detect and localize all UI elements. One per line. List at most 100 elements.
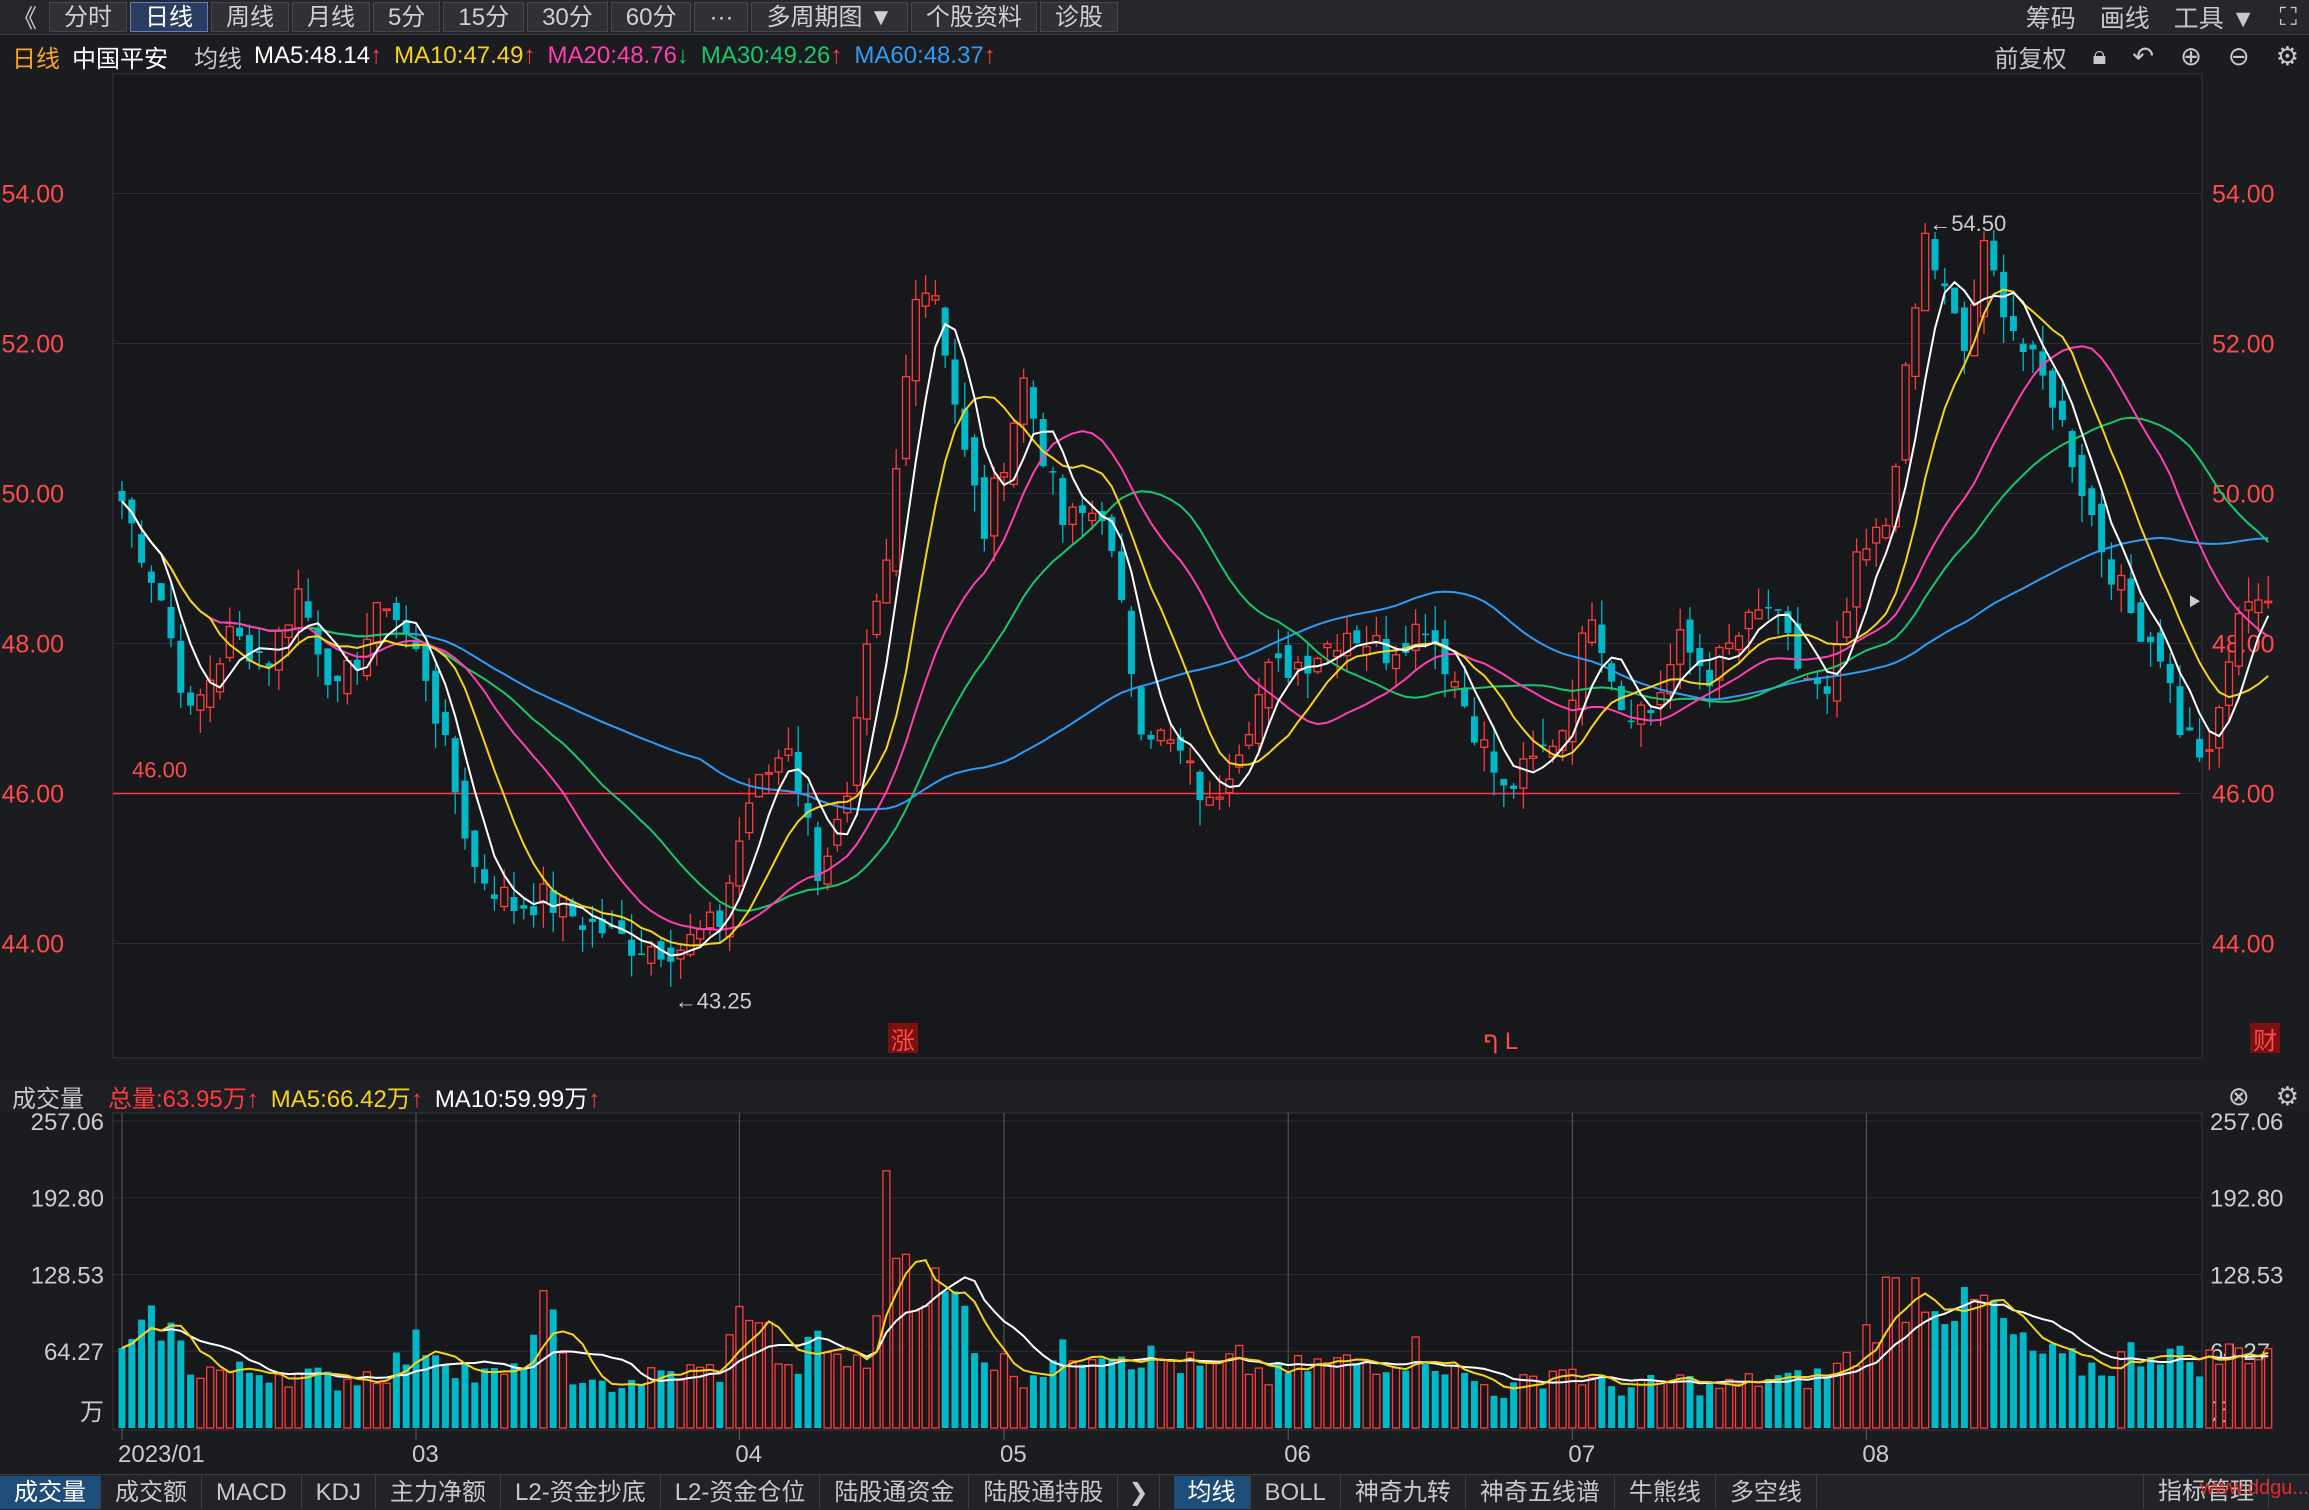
- overlay-tab-4[interactable]: 牛熊线: [1615, 1476, 1716, 1509]
- kline-chart[interactable]: 54.00 54.0052.00 52.0050.00 50.0048.00 48.00…: [0, 0, 2309, 1509]
- overlay-tab-0[interactable]: 均线: [1173, 1476, 1251, 1509]
- candle-body: [2176, 686, 2184, 736]
- candle-body: [343, 659, 352, 695]
- volume-bar: [2029, 1350, 2037, 1428]
- volume-bar: [2088, 1362, 2096, 1428]
- volume-bar: [1941, 1324, 1949, 1428]
- candle-body: [1421, 633, 1429, 636]
- more-tabs-button[interactable]: ❯: [1118, 1476, 1160, 1509]
- indicator-tab-0[interactable]: 成交量: [0, 1476, 101, 1509]
- volume-bar: [1166, 1360, 1175, 1429]
- candle-body: [1500, 779, 1508, 786]
- volume-bar: [1686, 1375, 1694, 1428]
- volume-bar: [353, 1385, 361, 1428]
- indicator-tabs-right: 均线 BOLL 神奇九转 神奇五线谱 牛熊线 多空线: [1173, 1475, 1817, 1510]
- candle-body: [2205, 749, 2214, 752]
- volume-bar: [1470, 1381, 1478, 1428]
- candle-body: [1470, 716, 1478, 743]
- volume-bar: [1372, 1373, 1381, 1429]
- volume-bar: [2205, 1349, 2214, 1429]
- candle-body: [1862, 548, 1871, 561]
- candle-body: [1205, 796, 1214, 806]
- volume-bar: [1450, 1365, 1459, 1429]
- candle-body: [2088, 488, 2096, 516]
- candle-body: [1627, 720, 1635, 723]
- event-marker-2[interactable]: 财: [2253, 1028, 2277, 1055]
- volume-tick-right: 128.53: [2210, 1263, 2283, 1290]
- indicator-tab-2[interactable]: MACD: [202, 1476, 302, 1509]
- volume-bar: [725, 1334, 734, 1429]
- indicator-tabs-left: 成交量 成交额 MACD KDJ 主力净额 L2-资金抄底 L2-资金仓位 陆股通资金 陆股通持…: [0, 1475, 1119, 1510]
- volume-bar: [255, 1375, 263, 1428]
- volume-bar: [833, 1353, 842, 1429]
- candle-body: [696, 928, 705, 940]
- candle-body: [314, 627, 322, 655]
- volume-bar: [372, 1382, 381, 1429]
- volume-bar: [1127, 1369, 1135, 1428]
- indicator-tab-7[interactable]: 陆股通资金: [820, 1476, 970, 1509]
- indicator-tab-6[interactable]: L2-资金仓位: [661, 1476, 821, 1509]
- indicator-tab-5[interactable]: L2-资金抄底: [501, 1476, 661, 1509]
- candle-body: [2098, 503, 2106, 553]
- volume-bar: [481, 1368, 489, 1428]
- volume-bar: [245, 1372, 253, 1428]
- candle-body: [520, 905, 528, 909]
- volume-bar: [1921, 1311, 1930, 1429]
- volume-bar: [1539, 1388, 1547, 1428]
- volume-bar: [530, 1334, 538, 1428]
- event-marker-0[interactable]: 涨: [891, 1028, 915, 1055]
- candle-body: [1274, 653, 1282, 659]
- candle-body: [157, 583, 165, 601]
- volume-bar: [343, 1378, 352, 1429]
- indicator-tab-3[interactable]: KDJ: [302, 1476, 377, 1509]
- price-tick-left: 44.00: [1, 931, 64, 959]
- overlay-tab-5[interactable]: 多空线: [1716, 1476, 1817, 1509]
- volume-tick-left: 257.06: [31, 1109, 104, 1136]
- indicator-tab-4[interactable]: 主力净额: [376, 1476, 502, 1509]
- candle-body: [705, 911, 715, 929]
- volume-bar: [2098, 1375, 2106, 1428]
- indicator-tab-8[interactable]: 陆股通持股: [969, 1476, 1119, 1509]
- candle-body: [334, 675, 342, 682]
- indicator-tab-1[interactable]: 成交额: [101, 1476, 202, 1509]
- volume-tick-right: 192.80: [2210, 1186, 2283, 1213]
- candle-body: [324, 648, 332, 685]
- candle-body: [1137, 687, 1145, 735]
- candle-body: [1490, 751, 1498, 773]
- volume-bar: [2009, 1334, 2017, 1428]
- overlay-tab-3[interactable]: 神奇五线谱: [1466, 1476, 1615, 1509]
- volume-tick-left: 64.27: [44, 1339, 104, 1366]
- volume-bar: [1391, 1367, 1401, 1429]
- candle-body: [1215, 796, 1224, 800]
- candle-body: [1264, 661, 1273, 709]
- volume-bar: [862, 1367, 871, 1429]
- price-tick-left: 54.00: [1, 181, 64, 209]
- volume-bar: [1304, 1371, 1312, 1428]
- low-annotation: ←43.25: [675, 989, 752, 1014]
- event-marker-1[interactable]: ף L: [1483, 1028, 1518, 1055]
- volume-bar: [1176, 1373, 1184, 1428]
- month-label: 03: [412, 1441, 439, 1468]
- volume-bar: [1411, 1336, 1420, 1429]
- volume-bar: [1353, 1363, 1361, 1428]
- volume-bar: [686, 1364, 695, 1429]
- candle-body: [196, 694, 205, 711]
- overlay-tab-2[interactable]: 神奇九转: [1341, 1476, 1466, 1509]
- volume-bar: [236, 1361, 244, 1428]
- volume-bar: [2137, 1366, 2145, 1428]
- candle-body: [2117, 574, 2126, 591]
- volume-bar: [215, 1369, 225, 1429]
- volume-bar: [716, 1381, 724, 1428]
- volume-bar: [1852, 1365, 1861, 1429]
- overlay-tab-1[interactable]: BOLL: [1251, 1476, 1341, 1509]
- price-tick-left: 48.00: [1, 631, 64, 659]
- volume-bar: [1774, 1375, 1782, 1428]
- volume-bar: [1118, 1356, 1126, 1428]
- volume-bar: [608, 1391, 616, 1428]
- candle-body: [2147, 636, 2155, 643]
- candle-body: [2029, 344, 2037, 350]
- candle-body: [255, 651, 263, 653]
- candle-body: [2244, 601, 2253, 611]
- volume-bar: [1803, 1387, 1812, 1429]
- volume-bar: [2049, 1343, 2057, 1428]
